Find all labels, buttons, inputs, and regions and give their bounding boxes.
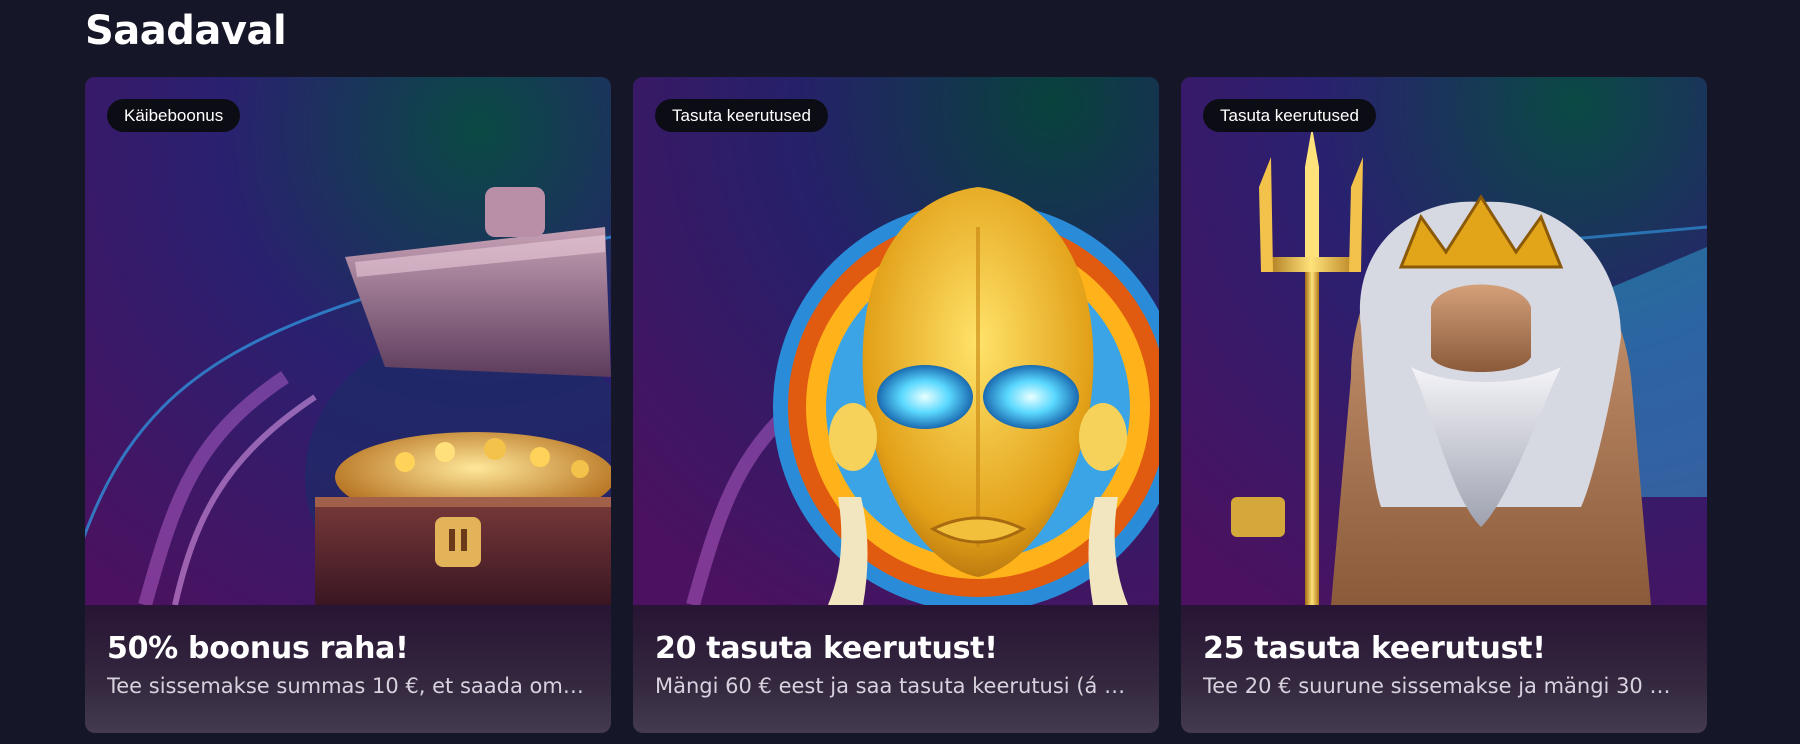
promo-card-image	[85, 77, 611, 605]
promo-card-footer: 25 tasuta keerutust! Tee 20 € suurune si…	[1181, 605, 1707, 733]
section-title: Saadaval	[85, 8, 287, 54]
promo-type-badge: Tasuta keerutused	[1203, 99, 1376, 132]
promo-card-footer: 20 tasuta keerutust! Mängi 60 € eest ja …	[633, 605, 1159, 733]
treasure-chest-icon	[85, 77, 611, 605]
promo-description: Mängi 60 € eest ja saa tasuta keerutusi …	[655, 674, 1135, 698]
poseidon-trident-icon	[1181, 77, 1707, 605]
promo-card-image	[1181, 77, 1707, 605]
promo-type-badge: Käibeboonus	[107, 99, 241, 132]
promo-card[interactable]: Tasuta keerutused 25 tasuta keerutust! T…	[1181, 77, 1707, 733]
promo-description: Tee sissemakse summas 10 €, et saada oma…	[107, 674, 587, 698]
promo-card[interactable]: Käibeboonus 50% boonus raha! Tee sissema…	[85, 77, 611, 733]
promotions-page: Saadaval Käibeboonus 50% boonus raha! Te…	[0, 0, 1800, 744]
promo-description: Tee 20 € suurune sissemakse ja mängi 30 …	[1203, 674, 1683, 698]
promo-title: 25 tasuta keerutust!	[1203, 631, 1546, 666]
promo-card-list: Käibeboonus 50% boonus raha! Tee sissema…	[85, 77, 1708, 733]
golden-mask-icon	[633, 77, 1159, 605]
promo-card-footer: 50% boonus raha! Tee sissemakse summas 1…	[85, 605, 611, 733]
promo-type-badge: Tasuta keerutused	[655, 99, 828, 132]
promo-title: 20 tasuta keerutust!	[655, 631, 998, 666]
promo-card-image	[633, 77, 1159, 605]
promo-title: 50% boonus raha!	[107, 631, 409, 666]
promo-card[interactable]: Tasuta keerutused 20 tasuta keerutust! M…	[633, 77, 1159, 733]
